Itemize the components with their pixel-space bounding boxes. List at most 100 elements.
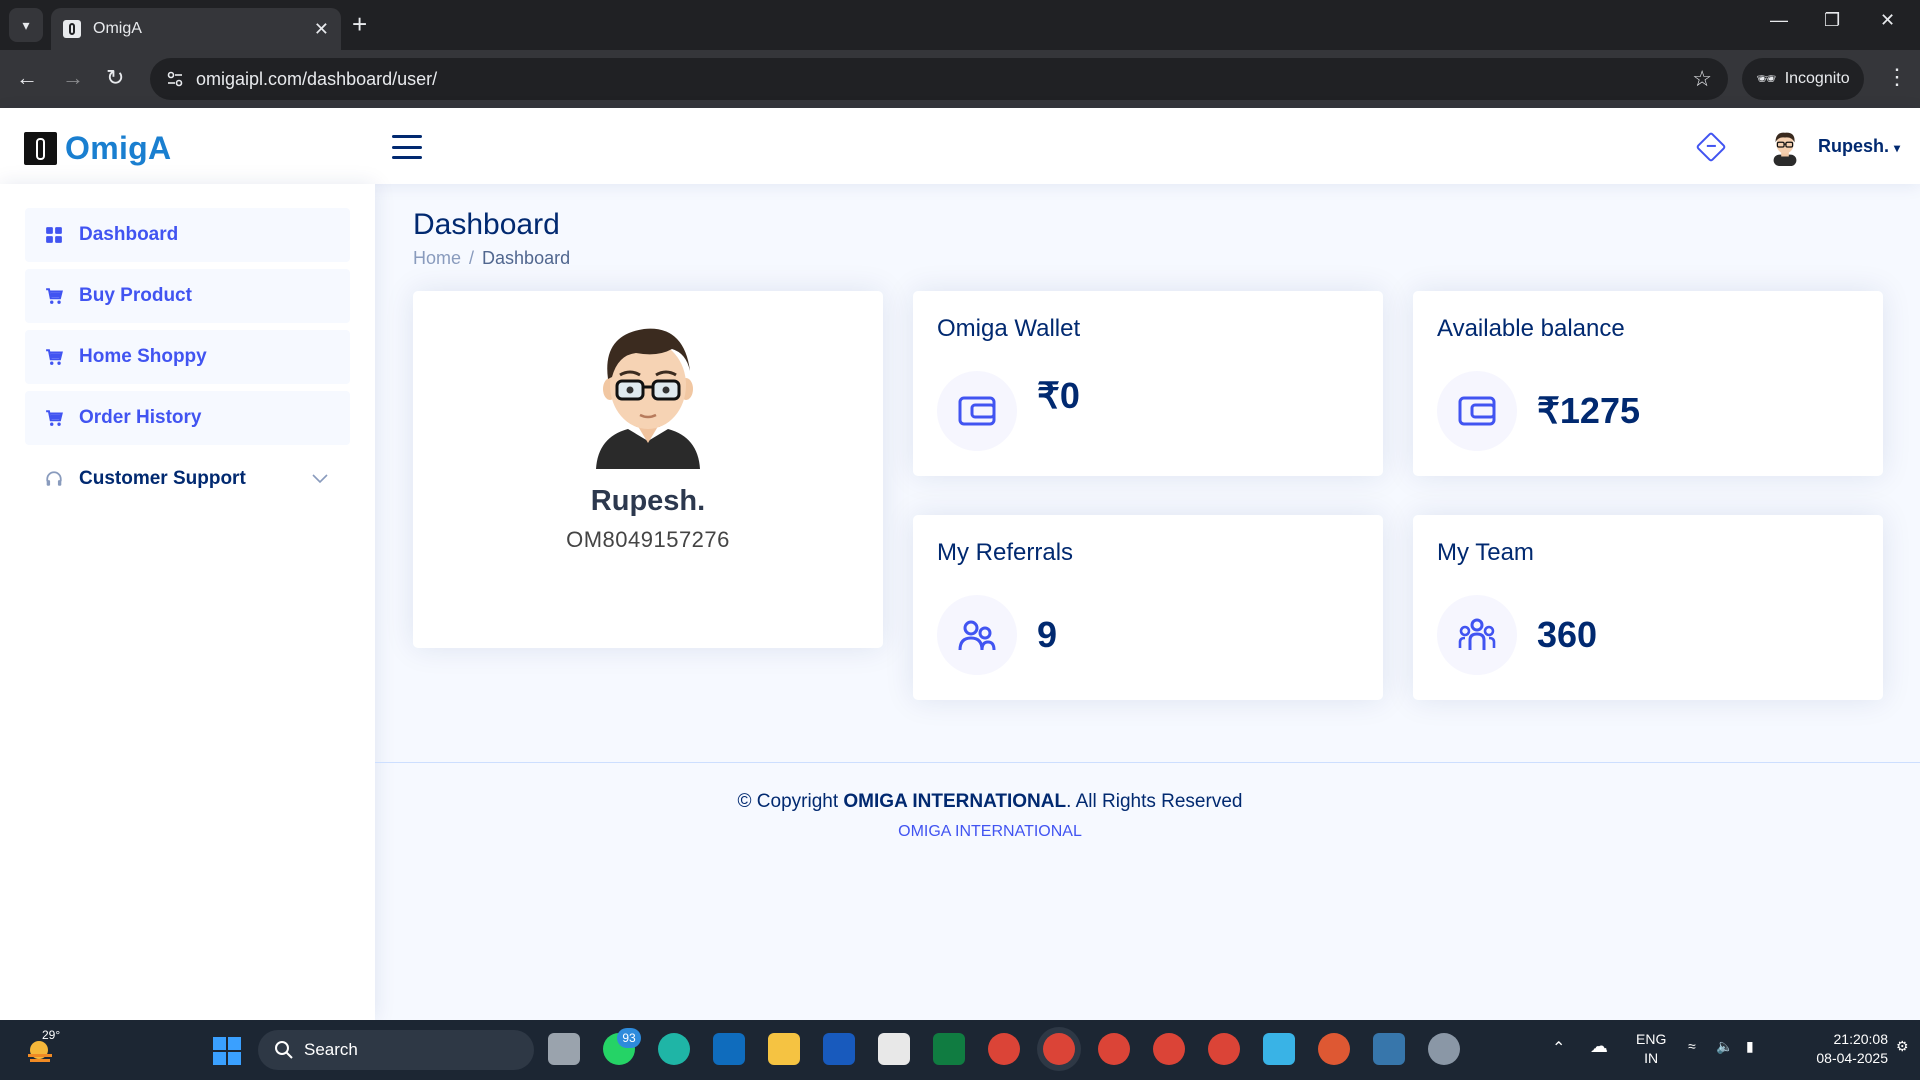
settings-gear-icon[interactable] xyxy=(1428,1033,1460,1065)
word-icon[interactable] xyxy=(823,1033,855,1065)
card-title: Omiga Wallet xyxy=(937,315,1081,342)
tab-search-button[interactable]: ▾ xyxy=(9,8,43,42)
window-close-icon[interactable]: ✕ xyxy=(1880,10,1895,31)
new-tab-button[interactable]: + xyxy=(352,10,367,38)
copyright-suffix: . All Rights Reserved xyxy=(1066,791,1243,812)
sidebar-item-label: Customer Support xyxy=(79,468,246,489)
cart-icon xyxy=(46,349,63,365)
chrome-profile-icon[interactable] xyxy=(1153,1033,1185,1065)
omiga-wallet-card: Omiga Wallet ₹0 xyxy=(913,291,1383,476)
incognito-indicator[interactable]: 🕶 Incognito xyxy=(1742,58,1864,100)
volume-icon[interactable]: 🔈 xyxy=(1716,1038,1733,1055)
copyright-text: © Copyright OMIGA INTERNATIONAL. All Rig… xyxy=(375,791,1605,813)
address-bar-row: ← → ↻ omigaipl.com/dashboard/user/ ☆ 🕶 I… xyxy=(0,50,1920,108)
outlook-icon[interactable] xyxy=(713,1033,745,1065)
header-avatar[interactable] xyxy=(1766,128,1804,166)
chrome-profile-icon[interactable] xyxy=(1098,1033,1130,1065)
page-title: Dashboard xyxy=(413,208,560,241)
incognito-label: Incognito xyxy=(1784,70,1850,87)
chrome-profile-icon[interactable] xyxy=(1208,1033,1240,1065)
sidebar-item-buy-product[interactable]: Buy Product xyxy=(25,269,350,323)
tab-title: OmigA xyxy=(93,20,142,37)
breadcrumb-separator: / xyxy=(469,248,475,268)
caret-down-icon: ▾ xyxy=(1894,141,1901,155)
header-user-name: Rupesh. xyxy=(1818,136,1890,156)
card-title: My Team xyxy=(1437,539,1534,566)
card-value: 9 xyxy=(1037,614,1058,655)
clock[interactable]: 21:20:08 08-04-2025 xyxy=(1788,1030,1888,1068)
breadcrumb-current: Dashboard xyxy=(482,248,571,268)
windows-taskbar: 29° Search ⌃ ☁ ENG IN ≈ 🔈 ▮ 21:20:08 08-… xyxy=(0,1020,1920,1080)
duckduckgo-icon[interactable] xyxy=(1318,1033,1350,1065)
edge-icon[interactable] xyxy=(658,1033,690,1065)
team-icon xyxy=(1437,595,1517,675)
file-explorer-icon[interactable] xyxy=(768,1033,800,1065)
code-editor-icon[interactable] xyxy=(1263,1033,1295,1065)
logo-mark-icon xyxy=(24,132,57,165)
browser-tab-strip: ▾ OmigA ✕ + — ❐ ✕ xyxy=(0,0,1920,50)
tab-close-icon[interactable]: ✕ xyxy=(314,19,329,40)
back-arrow-icon[interactable]: ← xyxy=(16,66,38,90)
chevron-down-icon[interactable] xyxy=(310,468,330,488)
sidebar-item-order-history[interactable]: Order History xyxy=(25,391,350,445)
sidebar-item-customer-support[interactable]: Customer Support xyxy=(25,452,350,506)
reload-icon[interactable]: ↻ xyxy=(106,66,124,90)
site-settings-icon[interactable] xyxy=(166,70,184,88)
minimize-icon[interactable]: — xyxy=(1770,10,1788,31)
bookmark-star-icon[interactable]: ☆ xyxy=(1692,66,1712,92)
region-code: IN xyxy=(1644,1050,1659,1066)
profile-name: Rupesh. xyxy=(590,485,706,517)
sidebar: Dashboard Buy Product Home Shoppy Order … xyxy=(0,184,375,1020)
chrome-icon[interactable] xyxy=(988,1033,1020,1065)
incognito-icon: 🕶 xyxy=(1756,71,1777,88)
python-icon[interactable] xyxy=(1373,1033,1405,1065)
browser-tab[interactable]: OmigA ✕ xyxy=(51,8,341,50)
chevron-up-icon[interactable]: ⌃ xyxy=(1552,1038,1565,1058)
forward-arrow-icon[interactable]: → xyxy=(62,66,84,90)
wifi-icon[interactable]: ≈ xyxy=(1688,1038,1696,1054)
snipping-tool-icon[interactable] xyxy=(878,1033,910,1065)
people-icon xyxy=(937,595,1017,675)
header-user-menu[interactable]: Rupesh. ▾ xyxy=(1818,136,1900,157)
card-title: Available balance xyxy=(1437,315,1625,342)
language-code: ENG xyxy=(1636,1031,1667,1047)
language-indicator[interactable]: ENG IN xyxy=(1636,1030,1666,1068)
battery-icon[interactable]: ▮ xyxy=(1746,1038,1754,1055)
clock-time: 21:20:08 xyxy=(1833,1031,1889,1047)
sidebar-item-label: Order History xyxy=(79,407,202,428)
company-name: OMIGA INTERNATIONAL xyxy=(843,791,1067,812)
windows-start-icon[interactable] xyxy=(213,1037,241,1065)
card-value: ₹0 xyxy=(1037,375,1080,416)
wallet-icon xyxy=(937,371,1017,451)
excel-icon[interactable] xyxy=(933,1033,965,1065)
chrome-active-icon[interactable] xyxy=(1043,1033,1075,1065)
my-referrals-card: My Referrals 9 xyxy=(913,515,1383,700)
task-view-icon[interactable] xyxy=(548,1033,580,1065)
url-text: omigaipl.com/dashboard/user/ xyxy=(196,68,438,89)
taskbar-search[interactable]: Search xyxy=(258,1030,534,1070)
my-team-card: My Team 360 xyxy=(1413,515,1883,700)
headset-icon xyxy=(46,471,62,486)
breadcrumb: Home / Dashboard xyxy=(413,248,570,269)
card-title: My Referrals xyxy=(937,539,1074,566)
browser-menu-icon[interactable]: ⋮ xyxy=(1886,64,1908,90)
profile-card: Rupesh. OM8049157276 xyxy=(413,291,883,648)
onedrive-cloud-icon[interactable]: ☁ xyxy=(1590,1036,1608,1057)
site-footer: © Copyright OMIGA INTERNATIONAL. All Rig… xyxy=(375,762,1920,1020)
sidebar-item-label: Dashboard xyxy=(79,224,179,245)
breadcrumb-home[interactable]: Home xyxy=(413,248,461,268)
notification-bell-icon[interactable]: ⚙ xyxy=(1896,1038,1909,1055)
sidebar-item-home-shoppy[interactable]: Home Shoppy xyxy=(25,330,350,384)
directions-icon[interactable] xyxy=(1695,131,1727,163)
credit-link[interactable]: OMIGA INTERNATIONAL xyxy=(375,823,1605,841)
url-input[interactable]: omigaipl.com/dashboard/user/ ☆ xyxy=(150,58,1728,100)
card-value: 360 xyxy=(1537,614,1598,655)
copyright-prefix: © Copyright xyxy=(737,791,844,812)
whatsapp-unread-badge: 93 xyxy=(617,1028,641,1048)
sidebar-item-dashboard[interactable]: Dashboard xyxy=(25,208,350,262)
restore-icon[interactable]: ❐ xyxy=(1824,10,1840,31)
search-icon xyxy=(275,1041,293,1059)
sidebar-toggle-icon[interactable] xyxy=(392,135,422,159)
site-logo[interactable]: OmigA xyxy=(24,130,171,167)
taskbar-search-label: Search xyxy=(304,1040,358,1059)
